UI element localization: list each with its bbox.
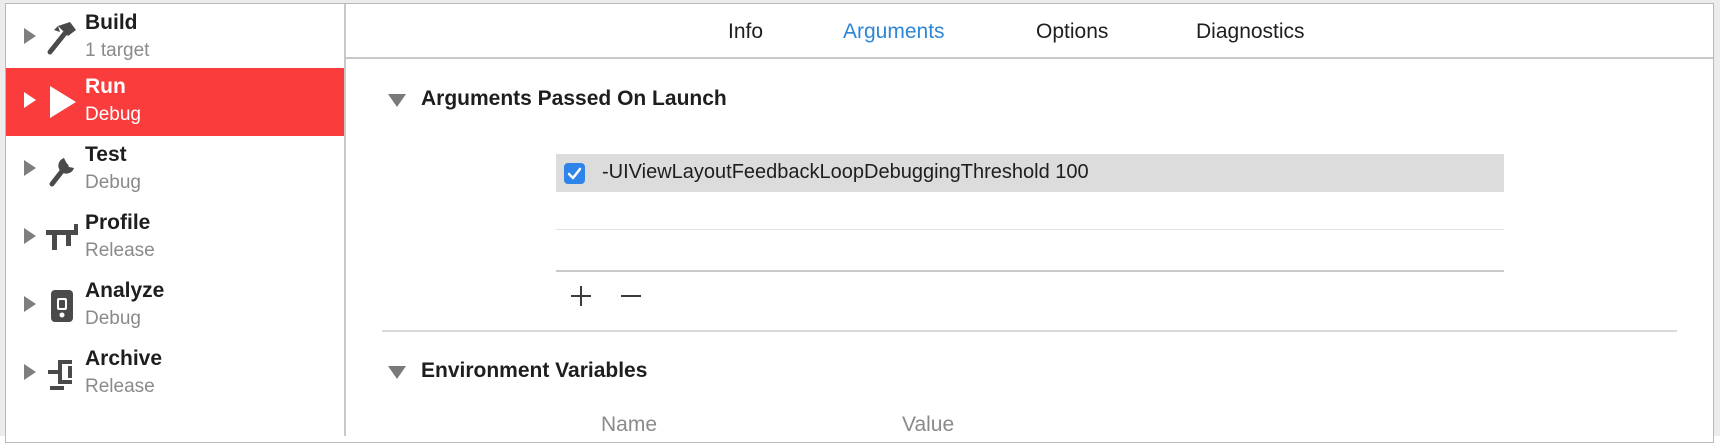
environment-section-header: Environment Variables — [346, 357, 1146, 387]
sidebar-item-subtitle: Debug — [85, 104, 141, 125]
arguments-section-header: Arguments Passed On Launch — [346, 85, 1146, 115]
tab-info[interactable]: Info — [728, 20, 763, 44]
hammer-icon — [44, 18, 80, 58]
sidebar-item-title: Archive — [85, 347, 163, 370]
analyze-icon — [44, 286, 80, 326]
sidebar-item-title: Test — [85, 143, 127, 166]
checkmark-icon — [567, 167, 582, 180]
clamp-icon — [44, 354, 80, 394]
sidebar-item-subtitle: 1 target — [85, 40, 150, 61]
disclosure-triangle-icon[interactable] — [24, 92, 36, 108]
section-title: Arguments Passed On Launch — [421, 87, 727, 110]
wrench-icon — [44, 150, 80, 190]
argument-enabled-checkbox[interactable] — [564, 163, 585, 184]
remove-argument-button[interactable] — [618, 283, 644, 309]
sidebar-item-title: Profile — [85, 211, 151, 234]
table-bottom-border — [556, 270, 1504, 272]
disclosure-triangle-icon[interactable] — [24, 28, 36, 44]
sidebar-item-run[interactable]: Run Debug — [6, 68, 345, 136]
column-header-name[interactable]: Name — [601, 413, 657, 437]
argument-value[interactable]: -UIViewLayoutFeedbackLoopDebuggingThresh… — [602, 161, 1089, 184]
sidebar-item-profile[interactable]: Profile Release — [6, 204, 345, 272]
scheme-editor-window: Build 1 target Run Debug Test Debug Prof… — [0, 0, 1720, 443]
sidebar-item-build[interactable]: Build 1 target — [6, 4, 345, 72]
add-argument-button[interactable] — [568, 283, 594, 309]
sidebar-item-archive[interactable]: Archive Release — [6, 340, 345, 408]
disclosure-triangle-icon[interactable] — [24, 160, 36, 176]
sidebar-item-analyze[interactable]: Analyze Debug — [6, 272, 345, 340]
minus-icon — [621, 295, 641, 297]
sidebar-item-subtitle: Debug — [85, 172, 141, 193]
tab-options[interactable]: Options — [1036, 20, 1108, 44]
tab-bar: Info Arguments Options Diagnostics — [346, 4, 1713, 59]
disclosure-triangle-icon[interactable] — [24, 364, 36, 380]
section-separator — [382, 330, 1677, 332]
sidebar-item-test[interactable]: Test Debug — [6, 136, 345, 204]
table-row-empty — [556, 192, 1504, 230]
caliper-icon — [44, 218, 80, 258]
sidebar-item-title: Build — [85, 11, 138, 34]
section-title: Environment Variables — [421, 359, 648, 382]
arguments-pane: Arguments Passed On Launch -UIViewLayout… — [346, 59, 1713, 436]
scheme-actions-sidebar: Build 1 target Run Debug Test Debug Prof… — [6, 4, 346, 436]
arguments-table: -UIViewLayoutFeedbackLoopDebuggingThresh… — [556, 154, 1504, 271]
sidebar-item-subtitle: Release — [85, 240, 155, 261]
plus-icon — [571, 286, 591, 306]
tab-diagnostics[interactable]: Diagnostics — [1196, 20, 1305, 44]
sidebar-item-subtitle: Debug — [85, 308, 141, 329]
sidebar-item-title: Analyze — [85, 279, 165, 302]
tab-arguments[interactable]: Arguments — [843, 20, 945, 44]
sidebar-item-subtitle: Release — [85, 376, 155, 397]
column-header-value[interactable]: Value — [902, 413, 954, 437]
collapse-triangle-icon[interactable] — [388, 366, 406, 379]
disclosure-triangle-icon[interactable] — [24, 228, 36, 244]
table-row[interactable]: -UIViewLayoutFeedbackLoopDebuggingThresh… — [556, 154, 1504, 192]
play-icon — [44, 82, 80, 122]
disclosure-triangle-icon[interactable] — [24, 296, 36, 312]
sidebar-item-title: Run — [85, 75, 126, 98]
collapse-triangle-icon[interactable] — [388, 94, 406, 107]
